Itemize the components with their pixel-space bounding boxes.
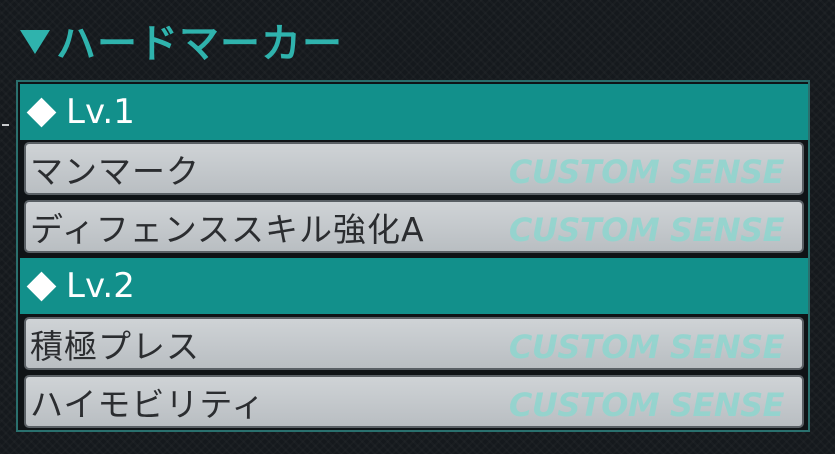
skill-panel: Lv.1 マンマーク CUSTOM SENSE ディフェンススキル強化A CUS… [16, 80, 810, 432]
skill-row-defense-skill-a[interactable]: ディフェンススキル強化A CUSTOM SENSE [24, 200, 804, 253]
skill-name: ハイモビリティ [30, 384, 266, 424]
skill-name: マンマーク [30, 151, 200, 191]
skill-row-active-press[interactable]: 積極プレス CUSTOM SENSE [24, 317, 804, 370]
custom-sense-tag: CUSTOM SENSE [508, 153, 785, 191]
level-header-lv1: Lv.1 [20, 84, 808, 140]
section-title-text: ハードマーカー [56, 21, 343, 67]
edge-marker [2, 124, 9, 126]
section-title: ハードマーカー [20, 12, 343, 68]
skill-row-man-mark[interactable]: マンマーク CUSTOM SENSE [24, 142, 804, 195]
level-label: Lv.1 [66, 92, 135, 132]
level-label: Lv.2 [66, 266, 135, 306]
skill-row-high-mobility[interactable]: ハイモビリティ CUSTOM SENSE [24, 375, 804, 428]
custom-sense-tag: CUSTOM SENSE [508, 328, 785, 366]
triangle-down-icon [20, 30, 50, 54]
skill-name: 積極プレス [30, 326, 200, 366]
custom-sense-tag: CUSTOM SENSE [508, 386, 785, 424]
level-header-lv2: Lv.2 [20, 258, 808, 314]
custom-sense-tag: CUSTOM SENSE [508, 211, 785, 249]
diamond-icon [26, 271, 57, 301]
diamond-icon [26, 97, 57, 127]
skill-name: ディフェンススキル強化A [30, 209, 425, 249]
